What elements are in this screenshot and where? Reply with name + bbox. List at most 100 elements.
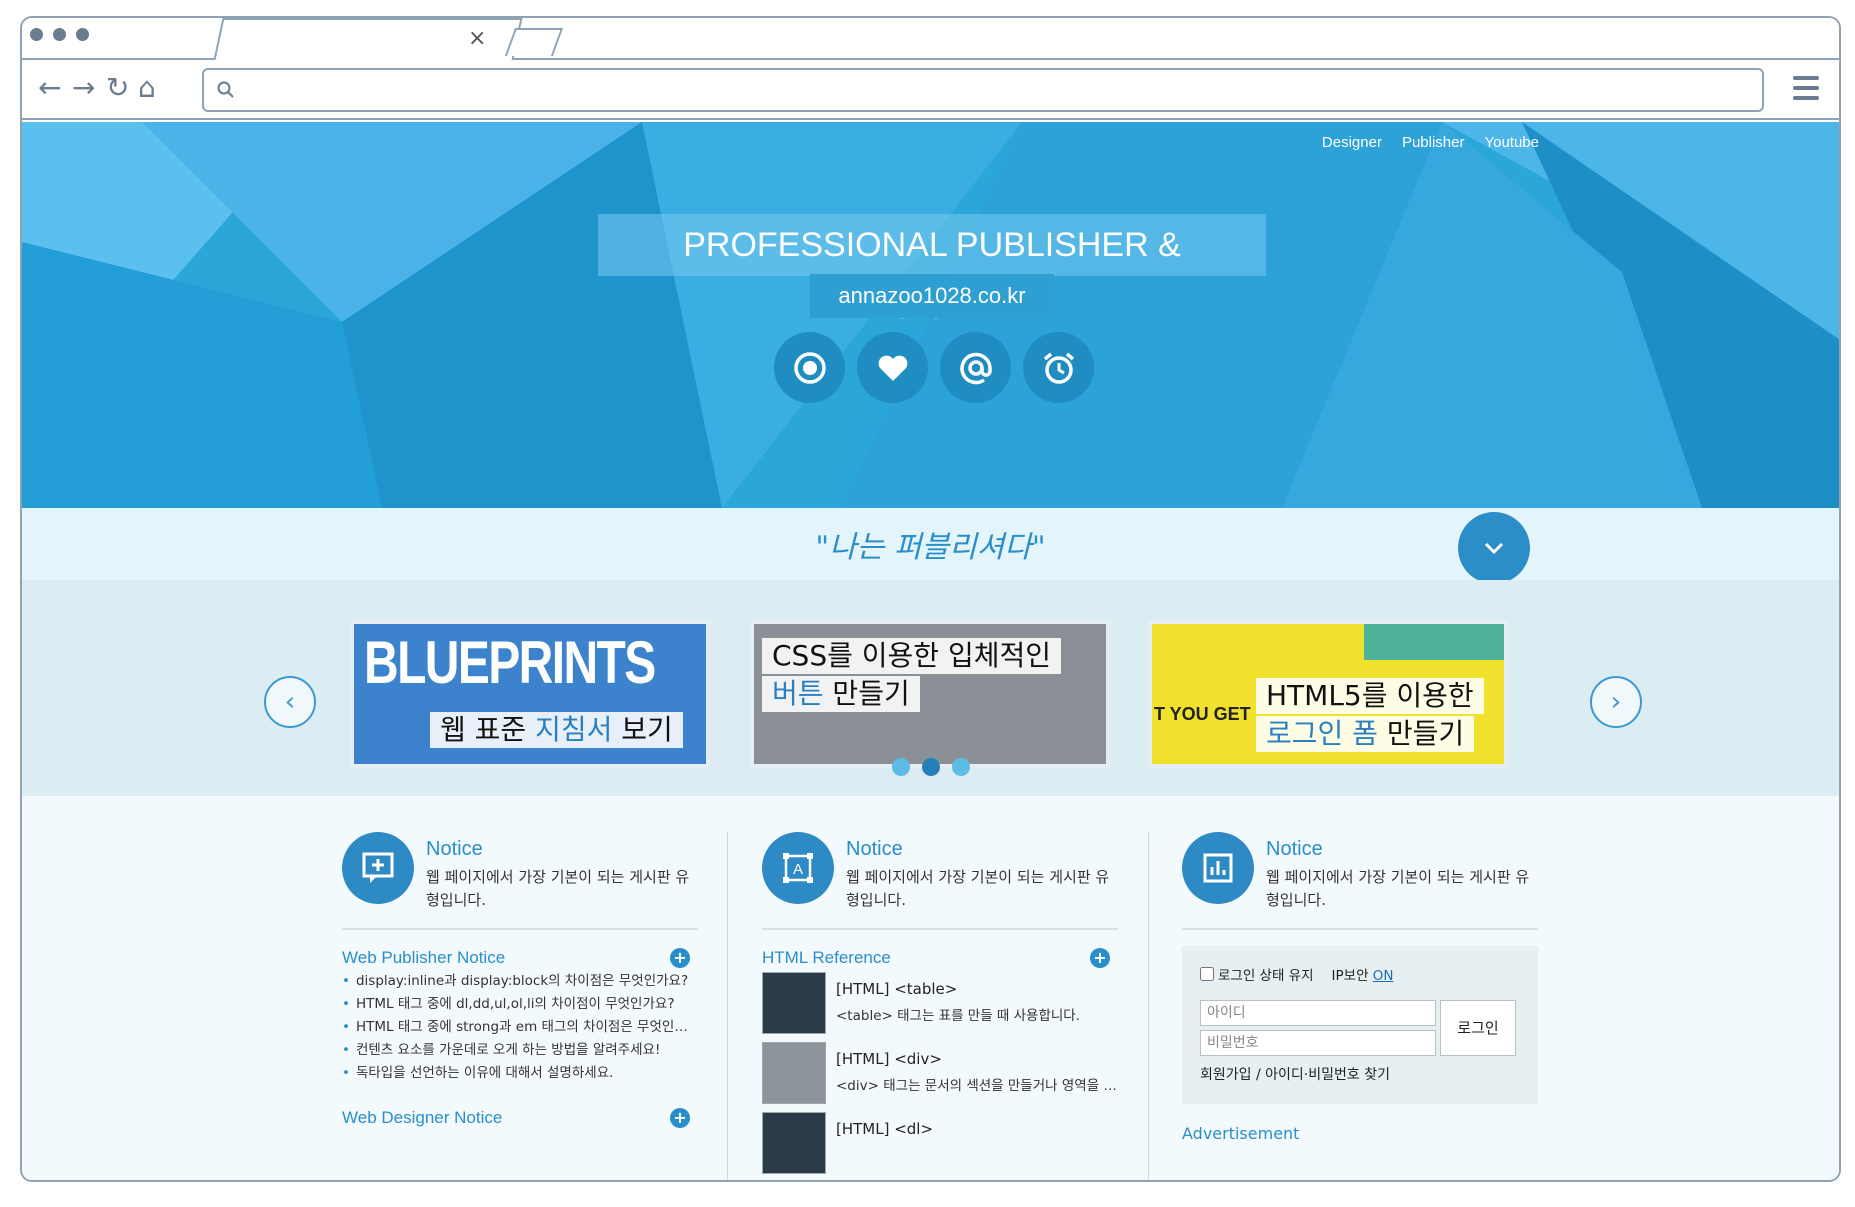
alarm-clock-icon[interactable]: [1023, 332, 1094, 403]
login-form: 로그인 상태 유지 IP보안 ON 아이디 비밀번호 로그인 회원가입 / 아이…: [1182, 946, 1538, 1104]
slogan-text: "나는 퍼블리셔다": [815, 530, 1046, 565]
column-divider: [727, 832, 728, 1180]
slider-dot-1[interactable]: [891, 758, 910, 776]
slide-3-tag: T YOU GET: [1154, 704, 1251, 724]
slide-1-headline: BLUEPRINTS: [364, 629, 656, 696]
reference-description: <div> 태그는 문서의 섹션을 만들거나 영역을 나눌 때 사용합니다.: [836, 1078, 1118, 1094]
more-plus-icon[interactable]: +: [1090, 948, 1110, 968]
reference-description: <table> 태그는 표를 만들 때 사용합니다.: [836, 1008, 1081, 1024]
list-item[interactable]: 독타입을 선언하는 이유에 대해서 설명하세요.: [342, 1062, 698, 1085]
reference-title: [HTML] <table>: [836, 980, 958, 998]
ip-security: IP보안 ON: [1331, 968, 1394, 984]
minimize-window-dot[interactable]: [53, 28, 66, 41]
divider: [762, 928, 1118, 930]
list-item[interactable]: [HTML] <table> <table> 태그는 표를 만들 때 사용합니다…: [762, 972, 1118, 1034]
divider: [1182, 928, 1538, 930]
window-controls: [30, 28, 89, 41]
slider-dot-3[interactable]: [951, 758, 970, 776]
chevron-down-icon: [1484, 542, 1504, 555]
reference-thumbnail: [762, 1112, 826, 1174]
list-item[interactable]: [HTML] <div> <div> 태그는 문서의 섹션을 만들거나 영역을 …: [762, 1042, 1118, 1104]
notice-list: display:inline과 display:block의 차이점은 무엇인가…: [342, 970, 698, 1085]
browser-toolbar: ← → ↻ ⌂: [22, 60, 1839, 120]
list-item[interactable]: display:inline과 display:block의 차이점은 무엇인가…: [342, 970, 698, 993]
reference-title: [HTML] <dl>: [836, 1120, 934, 1138]
web-page: Designer Publisher Youtube PROFESSIONAL …: [22, 122, 1839, 1180]
heart-icon[interactable]: [857, 332, 928, 403]
forward-icon[interactable]: →: [72, 74, 95, 102]
column-title: Notice: [426, 838, 483, 860]
reload-icon[interactable]: ↻: [106, 74, 129, 102]
column-description: 웹 페이지에서 가장 기본이 되는 게시판 유형입니다.: [426, 868, 690, 909]
html-reference-title[interactable]: HTML Reference: [762, 948, 891, 968]
bar-chart-icon: [1182, 832, 1254, 904]
keep-login-row: 로그인 상태 유지 IP보안 ON: [1200, 964, 1394, 984]
slide-card-blueprints[interactable]: BLUEPRINTS 웹 표준 지침서 보기: [350, 620, 710, 768]
slider-dot-2[interactable]: [921, 758, 940, 776]
target-icon[interactable]: [774, 332, 845, 403]
reference-thumbnail: [762, 972, 826, 1034]
slogan-bar: "나는 퍼블리셔다": [22, 508, 1839, 584]
hero-domain[interactable]: annazoo1028.co.kr: [810, 274, 1054, 318]
back-icon[interactable]: ←: [38, 74, 61, 102]
slide-2-caption-line2: 버튼 만들기: [762, 676, 920, 712]
list-item[interactable]: HTML 태그 중에 strong과 em 태그의 차이점은 무엇인가요?: [342, 1016, 698, 1039]
top-nav: Designer Publisher Youtube: [1322, 134, 1539, 151]
login-button[interactable]: 로그인: [1440, 1000, 1516, 1056]
advertisement-title: Advertisement: [1182, 1124, 1300, 1143]
slide-1-caption: 웹 표준 지침서 보기: [430, 712, 683, 748]
more-plus-icon[interactable]: +: [670, 948, 690, 968]
menu-icon[interactable]: [1793, 76, 1819, 100]
slide-3-caption-line1: HTML5를 이용한: [1256, 678, 1484, 714]
keep-login-checkbox[interactable]: [1200, 967, 1214, 981]
divider: [342, 928, 698, 930]
signup-find-links[interactable]: 회원가입 / 아이디·비밀번호 찾기: [1200, 1064, 1390, 1084]
keep-login-label: 로그인 상태 유지: [1218, 968, 1314, 984]
column-divider: [1148, 832, 1149, 1180]
slide-card-css-button[interactable]: CSS를 이용한 입체적인 버튼 만들기: [750, 620, 1110, 768]
search-icon: [217, 81, 234, 98]
list-item[interactable]: 컨텐츠 요소를 가운데로 오게 하는 방법을 알려주세요!: [342, 1039, 698, 1062]
home-icon[interactable]: ⌂: [138, 74, 156, 102]
reference-thumbnail: [762, 1042, 826, 1104]
slider-pagination: [22, 758, 1839, 776]
list-item[interactable]: HTML 태그 중에 dl,dd,ul,ol,li의 차이점이 무엇인가요?: [342, 993, 698, 1016]
ip-security-toggle[interactable]: ON: [1373, 968, 1394, 984]
password-input[interactable]: 비밀번호: [1200, 1030, 1436, 1056]
column-title: Notice: [1266, 838, 1323, 860]
list-item[interactable]: [HTML] <dl>: [762, 1112, 1118, 1174]
web-publisher-notice-title[interactable]: Web Publisher Notice: [342, 948, 505, 968]
address-bar[interactable]: [202, 68, 1764, 112]
nav-designer[interactable]: Designer: [1322, 134, 1382, 151]
browser-window: × ← → ↻ ⌂ Designer Publisher Youtube PRO…: [20, 16, 1841, 1182]
tab-bar: ×: [22, 18, 1839, 60]
more-plus-icon[interactable]: +: [670, 1108, 690, 1128]
text-frame-icon: A: [762, 832, 834, 904]
slider-prev-button[interactable]: ‹: [264, 676, 316, 728]
maximize-window-dot[interactable]: [76, 28, 89, 41]
slide-2-caption-line1: CSS를 이용한 입체적인: [762, 638, 1061, 674]
image-slider: ‹ › BLUEPRINTS 웹 표준 지침서 보기 CSS를 이용한 입체적인…: [22, 580, 1839, 796]
tab-close-icon[interactable]: ×: [468, 26, 486, 51]
close-window-dot[interactable]: [30, 28, 43, 41]
slider-next-button[interactable]: ›: [1590, 676, 1642, 728]
id-input[interactable]: 아이디: [1200, 1000, 1436, 1026]
slide-card-html5-login[interactable]: T YOU GET HTML5를 이용한 로그인 폼 만들기: [1148, 620, 1508, 768]
column-title: Notice: [846, 838, 903, 860]
reference-title: [HTML] <div>: [836, 1050, 942, 1068]
slide-3-caption-line2: 로그인 폼 만들기: [1256, 716, 1475, 752]
svg-text:A: A: [793, 861, 803, 878]
at-icon[interactable]: [940, 332, 1011, 403]
hero-banner: Designer Publisher Youtube PROFESSIONAL …: [22, 122, 1839, 508]
content-section: Notice 웹 페이지에서 가장 기본이 되는 게시판 유형입니다. Web …: [22, 796, 1839, 1180]
web-designer-notice-title[interactable]: Web Designer Notice: [342, 1108, 502, 1128]
nav-publisher[interactable]: Publisher: [1402, 134, 1465, 151]
hero-icon-row: [774, 332, 1094, 403]
add-comment-icon: [342, 832, 414, 904]
nav-youtube[interactable]: Youtube: [1484, 134, 1539, 151]
column-description: 웹 페이지에서 가장 기본이 되는 게시판 유형입니다.: [1266, 868, 1530, 909]
hero-title: PROFESSIONAL PUBLISHER & DESIGNER: [598, 214, 1266, 326]
new-tab-button[interactable]: [504, 28, 564, 56]
column-description: 웹 페이지에서 가장 기본이 되는 게시판 유형입니다.: [846, 868, 1110, 909]
scroll-down-button[interactable]: [1458, 512, 1530, 584]
